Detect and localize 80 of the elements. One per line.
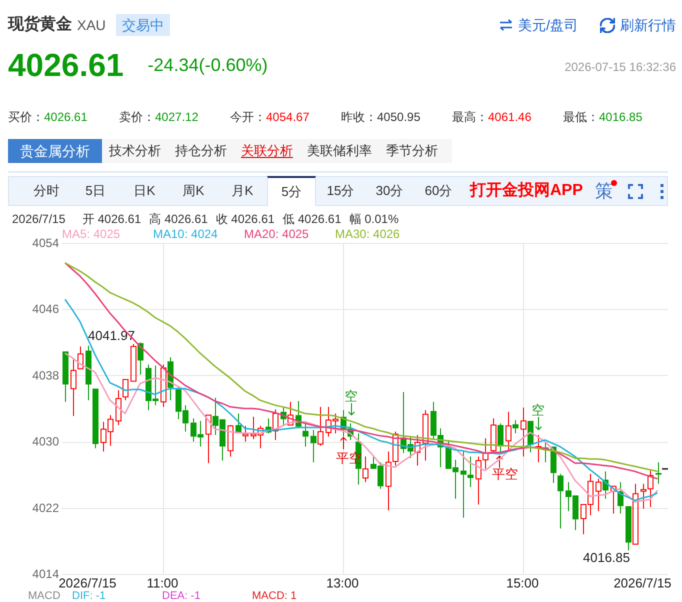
- analysis-tab[interactable]: 关联分析: [234, 139, 300, 163]
- symbol-code: XAU: [77, 16, 106, 34]
- x-axis-label: 11:00: [146, 576, 178, 590]
- x-axis-label: 2026/7/15: [614, 576, 672, 590]
- period-tab[interactable]: 月K: [218, 177, 267, 205]
- candlestick: [422, 410, 428, 462]
- ma-legend-label: MA30: 4026: [335, 226, 400, 240]
- stat-value: 4016.85: [599, 109, 642, 126]
- instrument-name: 现货黄金: [8, 14, 72, 35]
- period-tab[interactable]: 5分: [267, 176, 316, 206]
- ma-legend-label: MA10: 4024: [153, 226, 218, 240]
- stat-label: 卖价：: [119, 109, 155, 126]
- app-promo-link[interactable]: 打开金投网APP: [470, 177, 583, 205]
- ma-legend-label: MA5: 4025: [62, 226, 120, 240]
- x-axis-label: 2026/7/15: [58, 576, 116, 590]
- stat-label: 昨收：: [341, 109, 377, 126]
- stat-value: 4050.95: [377, 109, 420, 126]
- down-arrow-icon: [348, 402, 355, 416]
- up-arrow-icon: [496, 455, 503, 468]
- analysis-tab[interactable]: 贵金属分析: [8, 139, 102, 163]
- period-tab[interactable]: 日K: [120, 177, 169, 205]
- y-axis-label: 4038: [32, 368, 59, 382]
- macd-legend-label: DEA: -1: [162, 590, 201, 602]
- stat-label: 最低：: [563, 109, 599, 126]
- ma-legend-label: MA20: 4025: [244, 226, 309, 240]
- status-badge: 交易中: [116, 14, 170, 36]
- fullscreen-icon[interactable]: [628, 184, 643, 198]
- y-axis-label: 4046: [32, 302, 59, 316]
- more-icon[interactable]: [660, 184, 664, 198]
- refresh-icon: [600, 18, 615, 32]
- currency-unit-button[interactable]: 美元/盘司: [499, 14, 578, 36]
- stat-value: 4027.12: [155, 109, 198, 126]
- macd-legend-label: MACD: 1: [252, 590, 297, 602]
- period-tab[interactable]: 5日: [71, 177, 120, 205]
- price-marker-icon: [662, 468, 668, 470]
- ohlc-value: 开 4026.61: [82, 211, 142, 228]
- period-tab[interactable]: 分时: [22, 177, 71, 205]
- strategy-button[interactable]: 策: [594, 177, 613, 205]
- up-arrow-icon: [340, 436, 347, 450]
- stat-value: 4054.67: [266, 109, 310, 126]
- period-tab[interactable]: 周K: [169, 177, 218, 205]
- ohlc-value: 高 4026.61: [149, 211, 208, 228]
- ohlc-value: 幅 0.01%: [349, 211, 399, 228]
- y-axis-label: 4030: [32, 434, 59, 449]
- period-tab[interactable]: 15分: [316, 177, 365, 205]
- macd-legend-label: DIF: -1: [72, 590, 106, 602]
- x-axis-label: 15:00: [506, 576, 539, 590]
- signal-label: 平空: [492, 466, 518, 482]
- period-tab[interactable]: 60分: [414, 177, 463, 205]
- refresh-button[interactable]: 刷新行情: [600, 14, 676, 36]
- ohlc-value: 低 4026.61: [282, 211, 342, 228]
- candlestick: [656, 462, 662, 484]
- analysis-tab[interactable]: 美联储利率: [300, 139, 379, 163]
- x-axis-label: 13:00: [326, 576, 359, 590]
- stat-label: 买价：: [8, 109, 44, 126]
- ohlc-date: 2026/7/15: [12, 211, 66, 228]
- quote-timestamp: 2026-07-15 16:32:36: [564, 59, 676, 76]
- y-axis-label: 4054: [32, 236, 59, 250]
- price-change: -24.34(-0.60%): [148, 56, 268, 74]
- stat-value: 4026.61: [44, 109, 88, 126]
- period-tab[interactable]: 30分: [365, 177, 414, 205]
- stat-label: 最高：: [452, 109, 488, 126]
- price-annotation: 4016.85: [583, 550, 630, 565]
- analysis-tab[interactable]: 持仓分析: [168, 139, 234, 163]
- stat-label: 今开：: [230, 109, 266, 126]
- signal-label: 平空: [336, 450, 362, 466]
- y-axis-label: 4022: [32, 500, 59, 515]
- candlestick: [62, 351, 68, 402]
- signal-label: 空: [344, 388, 358, 404]
- candlestick: [228, 424, 234, 457]
- signal-label: 空: [532, 402, 544, 418]
- down-arrow-icon: [535, 416, 542, 430]
- y-axis-label: 4014: [32, 567, 59, 581]
- stat-value: 4061.46: [488, 109, 532, 126]
- macd-legend-label: MACD: [28, 590, 60, 602]
- ohlc-value: 收 4026.61: [216, 211, 275, 228]
- swap-arrows-icon: [499, 19, 514, 31]
- analysis-tab[interactable]: 季节分析: [379, 139, 445, 163]
- last-price: 4026.61: [8, 49, 124, 81]
- analysis-tab[interactable]: 技术分析: [102, 139, 168, 163]
